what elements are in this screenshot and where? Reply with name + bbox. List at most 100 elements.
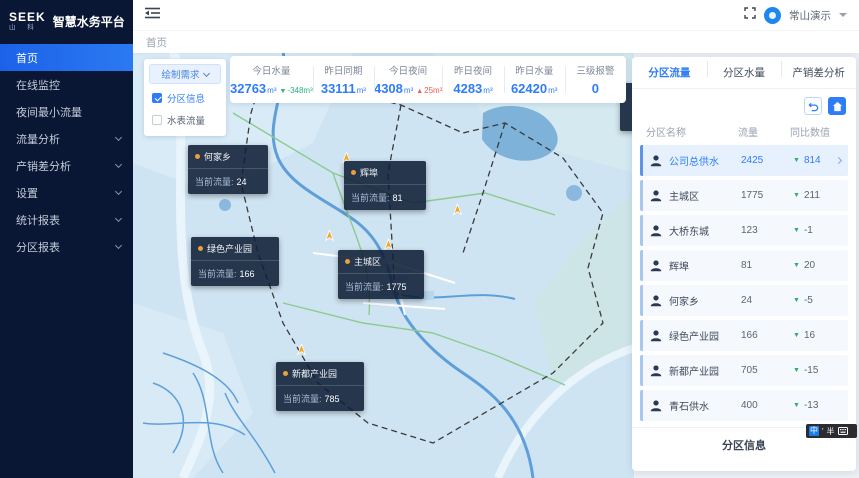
chevron-down-icon bbox=[202, 69, 209, 76]
tab-zone-volume[interactable]: 分区水量 bbox=[707, 65, 782, 80]
chevron-down-icon bbox=[115, 187, 122, 194]
sidebar-item-zone-reports[interactable]: 分区报表 bbox=[0, 233, 133, 260]
layer-option-zone-info[interactable]: 分区信息 bbox=[144, 87, 226, 109]
sidebar-collapse-icon[interactable] bbox=[145, 6, 160, 24]
popup-flow-value: 81 bbox=[393, 193, 403, 203]
ime-language-button[interactable]: 中 bbox=[809, 426, 819, 436]
chevron-down-icon bbox=[115, 214, 122, 221]
sidebar-item-flow-analysis[interactable]: 流量分析 bbox=[0, 125, 133, 152]
sidebar-item-night-min-flow[interactable]: 夜间最小流量 bbox=[0, 98, 133, 125]
ime-toolbar: 中 ' 半 bbox=[806, 424, 857, 438]
down-arrow-icon: ▼ bbox=[793, 367, 800, 374]
person-icon bbox=[649, 364, 663, 378]
down-arrow-icon: ▼ bbox=[279, 88, 286, 95]
stat-value: 4308 bbox=[374, 81, 403, 96]
popup-zone-name: 绿色产业园 bbox=[207, 242, 252, 255]
up-arrow-icon: ▲ bbox=[416, 88, 423, 95]
avatar[interactable] bbox=[764, 7, 781, 24]
chevron-right-icon bbox=[835, 157, 842, 164]
tab-zone-flow[interactable]: 分区流量 bbox=[632, 65, 707, 80]
down-arrow-icon: ▼ bbox=[793, 192, 800, 199]
zone-table: 公司总供水 2425 ▼ 814 主城区 1775 ▼ 211 大桥东城 123 bbox=[632, 145, 856, 425]
panel-toolbar bbox=[632, 89, 856, 119]
table-row[interactable]: 绿色产业园 166 ▼ 16 bbox=[640, 320, 848, 351]
map-popup[interactable]: 辉埠 当前流量:81 bbox=[344, 161, 426, 210]
map-popup[interactable]: 主城区 当前流量:1775 bbox=[338, 250, 424, 299]
person-icon bbox=[649, 329, 663, 343]
stat-yesterday-night: 昨日夜间 4283m³ bbox=[442, 56, 503, 103]
stat-yesterday-volume: 昨日水量 62420m³ bbox=[504, 56, 565, 103]
ime-punctuation-button[interactable]: ' bbox=[822, 427, 824, 436]
down-arrow-icon: ▼ bbox=[793, 262, 800, 269]
home-button[interactable] bbox=[828, 97, 846, 115]
down-arrow-icon: ▼ bbox=[793, 332, 800, 339]
user-menu-caret-icon[interactable] bbox=[839, 13, 847, 17]
map-popup[interactable]: 新都产业园 当前流量:785 bbox=[276, 362, 364, 411]
stat-value: 33111 bbox=[321, 81, 356, 96]
undo-button[interactable] bbox=[804, 97, 822, 115]
popup-flow-value: 785 bbox=[325, 394, 340, 404]
sidebar-item-nrw-analysis[interactable]: 产销差分析 bbox=[0, 152, 133, 179]
down-arrow-icon: ▼ bbox=[793, 402, 800, 409]
chevron-down-icon bbox=[115, 241, 122, 248]
stat-yesterday-same-period: 昨日同期 33111m³ bbox=[313, 56, 374, 103]
chevron-down-icon bbox=[115, 160, 122, 167]
table-row[interactable]: 大桥东城 123 ▼ -1 bbox=[640, 215, 848, 246]
zone-dot-icon bbox=[345, 259, 350, 264]
popup-flow-value: 166 bbox=[240, 269, 255, 279]
layer-option-meter-flow[interactable]: 水表流量 bbox=[144, 109, 226, 131]
stat-today-volume: 今日水量 32763m³▼-348m³ bbox=[230, 56, 313, 103]
popup-zone-name: 何家乡 bbox=[204, 150, 231, 163]
stat-delta: ▲25m³ bbox=[416, 86, 442, 95]
map-popup[interactable]: 绿色产业园 当前流量:166 bbox=[191, 237, 279, 286]
popup-zone-name: 主城区 bbox=[354, 255, 381, 268]
logo-text: SEEK bbox=[9, 11, 46, 23]
down-arrow-icon: ▼ bbox=[793, 297, 800, 304]
breadcrumb[interactable]: 首页 bbox=[146, 35, 167, 50]
popup-flow-label: 当前流量: bbox=[198, 269, 237, 279]
stat-value: 0 bbox=[592, 81, 599, 96]
layer-panel: 绘制需求 分区信息 水表流量 bbox=[144, 59, 226, 136]
person-icon bbox=[649, 189, 663, 203]
table-row[interactable]: 新都产业园 705 ▼ -15 bbox=[640, 355, 848, 386]
popup-zone-name: 新都产业园 bbox=[292, 367, 337, 380]
popup-zone-name: 辉埠 bbox=[360, 166, 378, 179]
sidebar-item-home[interactable]: 首页 bbox=[0, 44, 133, 71]
zone-dot-icon bbox=[351, 170, 356, 175]
stats-bar: 今日水量 32763m³▼-348m³ 昨日同期 33111m³ 今日夜间 43… bbox=[230, 56, 626, 103]
sidebar: SEEK 山 科 智慧水务平台 首页 在线监控 夜间最小流量 流量分析 产销差分… bbox=[0, 0, 133, 478]
table-row[interactable]: 公司总供水 2425 ▼ 814 bbox=[640, 145, 848, 176]
sidebar-menu: 首页 在线监控 夜间最小流量 流量分析 产销差分析 设置 统计报表 分区报表 bbox=[0, 44, 133, 260]
person-icon bbox=[649, 259, 663, 273]
table-row[interactable]: 何家乡 24 ▼ -5 bbox=[640, 285, 848, 316]
person-icon bbox=[649, 399, 663, 413]
table-row[interactable]: 辉埠 81 ▼ 20 bbox=[640, 250, 848, 281]
map-marker-icon[interactable] bbox=[451, 203, 464, 216]
table-row[interactable]: 青石供水 400 ▼ -13 bbox=[640, 390, 848, 421]
ime-width-mode-button[interactable]: 半 bbox=[827, 426, 835, 437]
table-row[interactable]: 主城区 1775 ▼ 211 bbox=[640, 180, 848, 211]
draw-tools-dropdown[interactable]: 绘制需求 bbox=[149, 64, 221, 84]
top-bar: 常山演示 bbox=[133, 0, 859, 30]
checkbox-unchecked[interactable] bbox=[152, 115, 162, 125]
sidebar-item-stat-reports[interactable]: 统计报表 bbox=[0, 206, 133, 233]
breadcrumb-bar: 首页 bbox=[133, 30, 859, 53]
map-marker-icon[interactable] bbox=[295, 343, 308, 356]
sidebar-item-online-monitoring[interactable]: 在线监控 bbox=[0, 71, 133, 98]
screen: SEEK 山 科 智慧水务平台 首页 在线监控 夜间最小流量 流量分析 产销差分… bbox=[0, 0, 859, 478]
popup-flow-label: 当前流量: bbox=[345, 282, 384, 292]
map-popup[interactable]: 何家乡 当前流量:24 bbox=[188, 145, 268, 194]
popup-flow-value: 24 bbox=[237, 177, 247, 187]
down-arrow-icon: ▼ bbox=[793, 157, 800, 164]
map-marker-icon[interactable] bbox=[323, 229, 336, 242]
zone-dot-icon bbox=[198, 246, 203, 251]
checkbox-checked[interactable] bbox=[152, 93, 162, 103]
table-header: 分区名称 流量 同比数值 bbox=[632, 119, 856, 145]
stat-today-night: 今日夜间 4308m³▲25m³ bbox=[374, 56, 442, 103]
avatar-glyph bbox=[769, 12, 776, 19]
ime-keyboard-icon[interactable] bbox=[838, 427, 848, 435]
sidebar-item-settings[interactable]: 设置 bbox=[0, 179, 133, 206]
tab-nrw-analysis[interactable]: 产销差分析 bbox=[781, 65, 856, 80]
person-icon bbox=[649, 224, 663, 238]
fullscreen-icon[interactable] bbox=[744, 6, 756, 24]
